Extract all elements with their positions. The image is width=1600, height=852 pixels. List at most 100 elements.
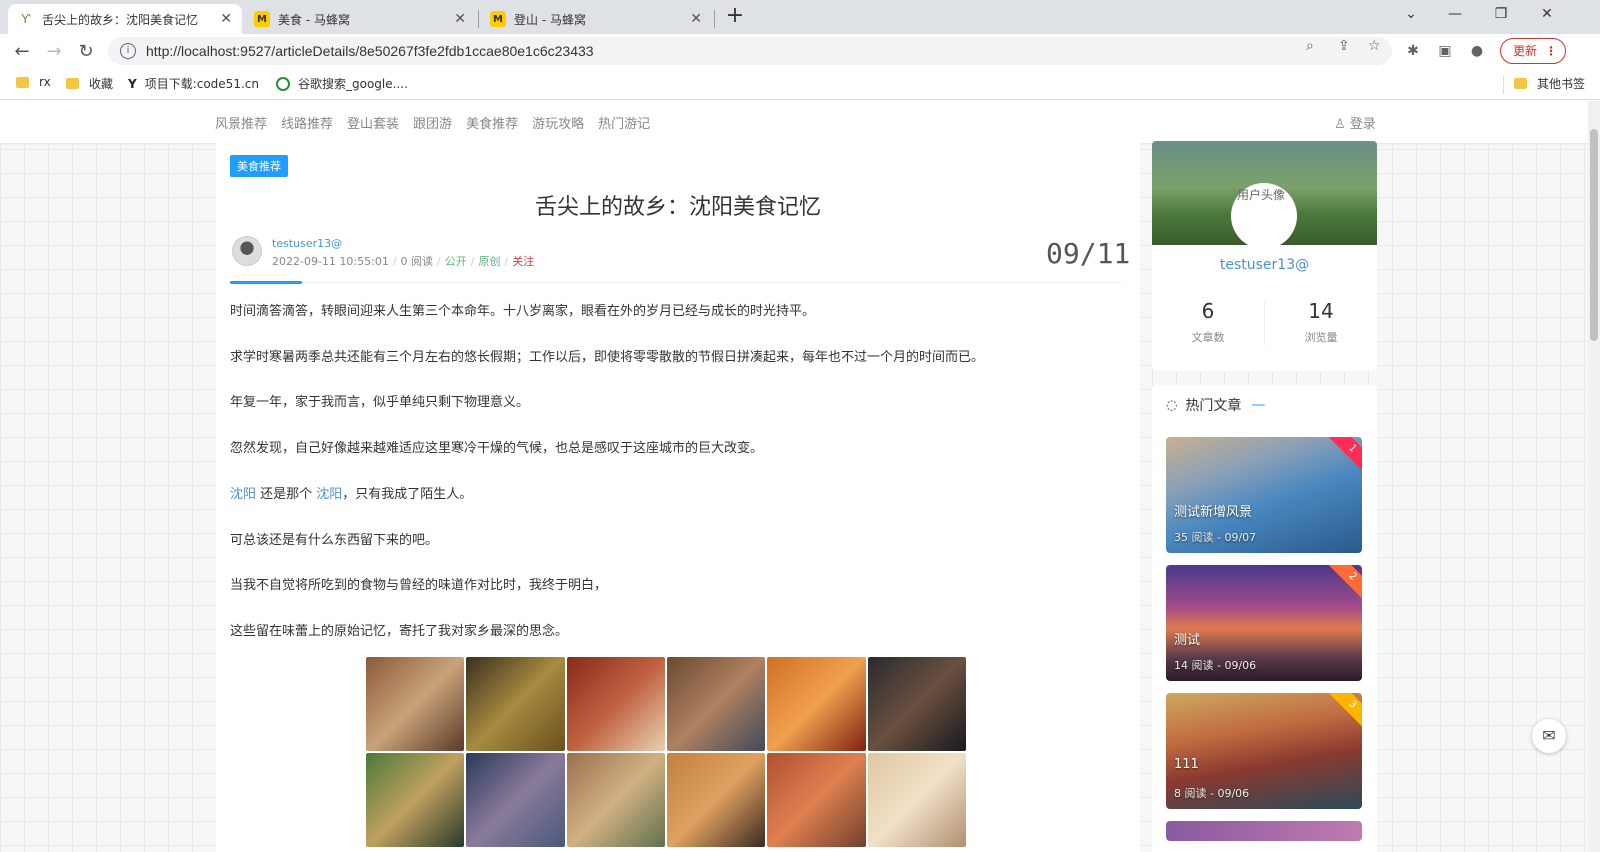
articles-count: 6 [1201, 299, 1215, 323]
follow-link[interactable]: 关注 [512, 255, 534, 268]
divider-accent [230, 281, 302, 284]
category-badge[interactable]: 美食推荐 [230, 155, 288, 177]
hot-article-item[interactable]: 1 测试新增风景 35 阅读 - 09/07 [1166, 437, 1362, 553]
hot-article-meta: 8 阅读 - 09/06 [1174, 787, 1250, 800]
hot-articles-card: ◌ 热门文章 — 1 测试新增风景 35 阅读 - 09/07 2 测试 14 … [1152, 385, 1377, 852]
omnibox[interactable]: i http://localhost:9527/articleDetails/8… [108, 37, 1392, 65]
paragraph: 求学时寒暑两季总共还能有三个月左右的悠长假期；工作以后，即使将零零散散的节假日拼… [230, 350, 985, 365]
side-panel-icon[interactable]: ▣ [1434, 40, 1456, 62]
hot-article-title: 测试新增风景 [1174, 505, 1253, 520]
article-date: 09/11 [1046, 237, 1131, 270]
menu-dots-icon: ⋮ [1545, 44, 1557, 58]
page-content: 风景推荐 线路推荐 登山套装 跟团游 美食推荐 游玩攻略 热门游记 ♙ 登录 美… [0, 101, 1600, 852]
site-menu: 风景推荐 线路推荐 登山套装 跟团游 美食推荐 游玩攻略 热门游记 [215, 113, 650, 132]
bookmark-google-search[interactable]: 谷歌搜索_google.... [276, 75, 408, 92]
url-text[interactable]: http://localhost:9527/articleDetails/8e5… [146, 43, 594, 59]
mafengwo-icon: M [254, 11, 270, 27]
bookmark-label: 谷歌搜索_google.... [298, 77, 408, 91]
update-button[interactable]: 更新 ⋮ [1500, 38, 1566, 64]
read-count: 0 阅读 [400, 255, 434, 268]
author-avatar[interactable] [232, 236, 262, 266]
tab-label: 登山 - 马蜂窝 [514, 12, 586, 27]
profile-name[interactable]: testuser13@ [1152, 257, 1377, 273]
browser-tab-bar: Ƴ 舌尖上的故乡：沈阳美食记忆 ✕ M 美食 - 马蜂窝 ✕ M 登山 - 马蜂… [0, 0, 1600, 34]
bookmark-favorites[interactable]: 收藏 [66, 75, 113, 92]
stat-views: 14 浏览量 [1265, 299, 1377, 345]
hot-article-meta: 14 阅读 - 09/06 [1174, 659, 1257, 672]
paragraph: 这些留在味蕾上的原始记忆，寄托了我对家乡最深的思念。 [230, 624, 569, 639]
profile-icon[interactable]: ● [1466, 40, 1488, 62]
nav-routes[interactable]: 线路推荐 [281, 113, 333, 132]
bookmarks-bar: rx 收藏 Y 项目下载:code51.cn 谷歌搜索_google.... 其… [0, 68, 1600, 100]
back-button[interactable]: ← [8, 38, 36, 66]
city-link[interactable]: 沈阳 [230, 487, 256, 502]
close-icon[interactable]: ✕ [690, 11, 702, 27]
stat-articles: 6 文章数 [1152, 299, 1264, 345]
code51-icon: Y [128, 76, 137, 91]
hot-articles-header: ◌ 热门文章 — [1166, 395, 1265, 415]
profile-card: 用户头像 testuser13@ 6 文章数 14 浏览量 [1152, 141, 1377, 371]
search-360-icon [276, 76, 290, 91]
login-link[interactable]: ♙ 登录 [1334, 113, 1376, 132]
paragraph: 可总该还是有什么东西留下来的吧。 [230, 533, 439, 548]
bookmark-star-icon[interactable]: ☆ [1368, 38, 1381, 54]
restore-button[interactable]: ❐ [1478, 0, 1524, 30]
tab-separator [714, 10, 715, 28]
folder-icon [16, 76, 29, 88]
bookmark-label: 其他书签 [1537, 77, 1586, 91]
nav-scenery[interactable]: 风景推荐 [215, 113, 267, 132]
zoom-icon[interactable]: ⌕ [1306, 38, 1314, 54]
other-bookmarks[interactable]: 其他书签 [1514, 75, 1585, 92]
tab-food[interactable]: M 美食 - 马蜂窝 ✕ [244, 4, 476, 34]
bookmarks-separator [1503, 76, 1504, 94]
tab-label: 美食 - 马蜂窝 [278, 12, 350, 27]
mafengwo-icon: M [490, 11, 506, 27]
login-label: 登录 [1349, 117, 1376, 132]
folder-icon [1514, 78, 1527, 89]
hot-article-item[interactable]: 2 测试 14 阅读 - 09/06 [1166, 565, 1362, 681]
bookmark-label: rx [39, 75, 51, 89]
nav-hot-travelogues[interactable]: 热门游记 [598, 113, 650, 132]
hot-article-meta: 35 阅读 - 09/07 [1174, 531, 1257, 544]
forward-button[interactable]: → [40, 38, 68, 66]
paragraph: 忽然发现，自己好像越来越难适应这里寒冷干燥的气候，也总是感叹于这座城市的巨大改变… [230, 441, 764, 456]
article-meta: 2022-09-11 10:55:01/0 阅读 / 公开 / 原创 / 关注 [272, 255, 535, 268]
nav-hiking-gear[interactable]: 登山套装 [347, 113, 399, 132]
bookmark-rx[interactable]: rx [16, 75, 51, 89]
city-link[interactable]: 沈阳 [316, 487, 342, 502]
hot-article-item[interactable]: 3 111 8 阅读 - 09/06 [1166, 693, 1362, 809]
bookmark-code51[interactable]: Y 项目下载:code51.cn [128, 75, 259, 92]
minimize-button[interactable]: — [1432, 0, 1478, 30]
nav-guides[interactable]: 游玩攻略 [532, 113, 584, 132]
author-name[interactable]: testuser13@ [272, 237, 342, 250]
tab-article[interactable]: Ƴ 舌尖上的故乡：沈阳美食记忆 ✕ [8, 4, 242, 34]
share-icon[interactable]: ⇪ [1338, 38, 1350, 54]
close-icon[interactable]: ✕ [220, 11, 232, 27]
paragraph: 时间滴答滴答，转眼间迎来人生第三个本命年。十八岁离家，眼看在外的岁月已经与成长的… [230, 304, 816, 319]
close-icon[interactable]: ✕ [454, 11, 466, 27]
bookmark-label: 收藏 [89, 77, 114, 91]
user-icon: ♙ [1334, 117, 1346, 132]
articles-label: 文章数 [1191, 331, 1225, 344]
tab-hiking[interactable]: M 登山 - 马蜂窝 ✕ [480, 4, 712, 34]
original-tag: 原创 [478, 255, 501, 268]
tab-search-button[interactable]: ⌄ [1388, 0, 1434, 30]
paragraph: 年复一年，家于我而言，似乎单纯只剩下物理意义。 [230, 395, 530, 410]
hot-article-item[interactable] [1166, 821, 1362, 841]
site-info-icon[interactable]: i [120, 43, 136, 59]
nav-food[interactable]: 美食推荐 [466, 113, 518, 132]
hot-article-title: 111 [1174, 757, 1199, 772]
site-navbar: 风景推荐 线路推荐 登山套装 跟团游 美食推荐 游玩攻略 热门游记 ♙ 登录 [0, 101, 1600, 143]
profile-avatar[interactable]: 用户头像 [1231, 183, 1297, 249]
page-scrollbar[interactable] [1588, 101, 1600, 852]
article-title: 舌尖上的故乡：沈阳美食记忆 [534, 195, 821, 220]
reload-button[interactable]: ↻ [72, 38, 100, 66]
scrollbar-thumb[interactable] [1590, 129, 1598, 341]
nav-group-tour[interactable]: 跟团游 [413, 113, 452, 132]
extensions-icon[interactable]: ✱ [1402, 40, 1424, 62]
new-tab-button[interactable]: + [722, 4, 748, 30]
paragraph-text: ，只有我成了陌生人。 [342, 487, 473, 502]
food-collage-image [366, 657, 966, 847]
mail-icon[interactable]: ✉ [1532, 719, 1566, 753]
close-window-button[interactable]: ✕ [1524, 0, 1570, 30]
